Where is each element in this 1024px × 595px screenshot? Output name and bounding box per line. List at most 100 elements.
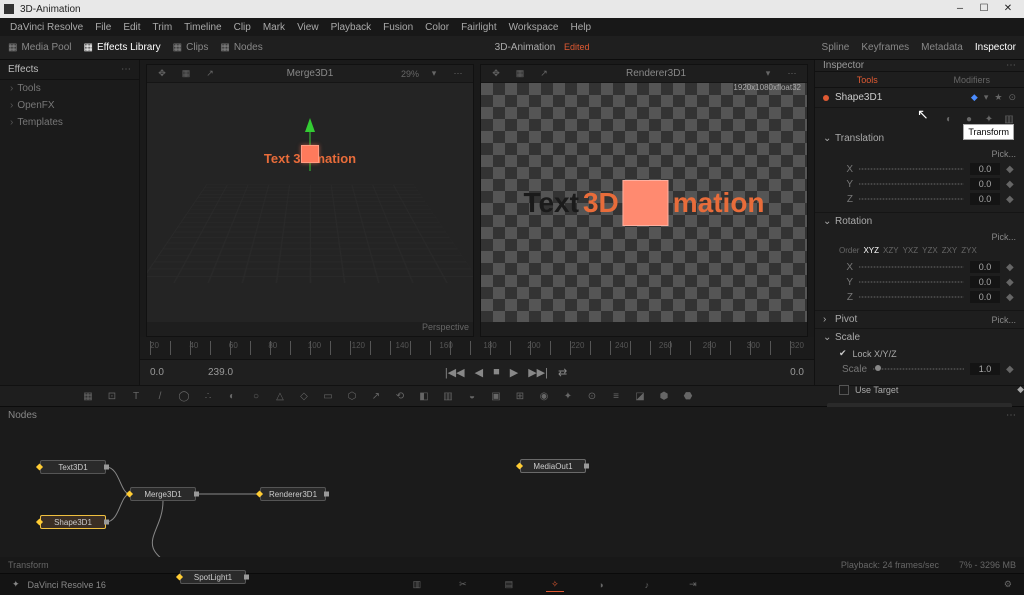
minimize-button[interactable]: — xyxy=(948,4,972,15)
menu-color[interactable]: Color xyxy=(419,22,455,33)
page-deliver[interactable]: ⇥ xyxy=(684,578,702,592)
page-fusion[interactable]: ✧ xyxy=(546,578,564,592)
menu-edit[interactable]: Edit xyxy=(117,22,146,33)
tool-icon-9[interactable]: ◇ xyxy=(296,388,312,404)
tool-icon-17[interactable]: ▣ xyxy=(488,388,504,404)
use-target-checkbox[interactable] xyxy=(839,385,849,395)
tool-icon-23[interactable]: ◪ xyxy=(632,388,648,404)
tab-nodes[interactable]: ▦ Nodes xyxy=(220,42,262,53)
loop-icon[interactable]: ⇄ xyxy=(558,366,567,379)
panel-spline[interactable]: Spline xyxy=(822,42,850,53)
tool-icon-8[interactable]: △ xyxy=(272,388,288,404)
viewer-menu-icon[interactable]: ⋯ xyxy=(783,68,801,80)
chevron-down-icon[interactable]: ▾ xyxy=(984,92,989,103)
pin-icon[interactable]: ★ xyxy=(994,92,1002,103)
chevron-down-icon[interactable]: ▾ xyxy=(425,68,443,80)
diamond-icon[interactable]: ◆ xyxy=(971,92,978,103)
tool-icon-21[interactable]: ⊙ xyxy=(584,388,600,404)
tool-icon-11[interactable]: ⬡ xyxy=(344,388,360,404)
group-pivot[interactable]: ›Pivot Pick... xyxy=(815,311,1024,328)
line-icon[interactable]: ↗ xyxy=(201,68,219,80)
tool-icon-20[interactable]: ✦ xyxy=(560,388,576,404)
tab-modifiers[interactable]: Modifiers xyxy=(920,72,1024,87)
pick-button[interactable]: Pick... xyxy=(991,232,1016,242)
tool-icon-3[interactable]: / xyxy=(152,388,168,404)
keyframe-icon[interactable]: ◆ xyxy=(1006,164,1014,175)
tool-icon-16[interactable]: ◒ xyxy=(464,388,480,404)
tool-icon-7[interactable]: ○ xyxy=(248,388,264,404)
menu-help[interactable]: Help xyxy=(564,22,597,33)
tool-icon-19[interactable]: ◉ xyxy=(536,388,552,404)
node-spotlight1[interactable]: SpotLight1 xyxy=(180,570,246,584)
shape-cube[interactable] xyxy=(301,145,319,163)
tool-icon-12[interactable]: ↗ xyxy=(368,388,384,404)
tool-icon-13[interactable]: ⟲ xyxy=(392,388,408,404)
panel-inspector[interactable]: Inspector xyxy=(975,42,1016,53)
menu-clip[interactable]: Clip xyxy=(228,22,257,33)
viewer-left[interactable]: ✥ ▦ ↗ Merge3D1 29% ▾ ⋯ Text 3D mation Pe… xyxy=(146,64,474,337)
tab-media-pool[interactable]: ▦ Media Pool xyxy=(8,42,71,53)
viewer-menu-icon[interactable]: ⋯ xyxy=(449,68,467,80)
menu-file[interactable]: File xyxy=(89,22,117,33)
order-xyz[interactable]: XYZ xyxy=(863,246,879,255)
nodes-panel[interactable]: Nodes ⋯ Text3D1Shape3D1Merge3D1Renderer3… xyxy=(0,407,1024,557)
node-shape3d1[interactable]: Shape3D1 xyxy=(40,515,106,529)
tool-icon[interactable]: ▦ xyxy=(177,68,195,80)
time-out[interactable]: 239.0 xyxy=(208,367,258,378)
nodes-menu-icon[interactable]: ⋯ xyxy=(1006,410,1016,421)
scale-value[interactable]: 1.0 xyxy=(970,363,1000,375)
menu-mark[interactable]: Mark xyxy=(257,22,291,33)
goto-end-icon[interactable]: ▶▶| xyxy=(528,366,548,379)
tool-icon-18[interactable]: ⊞ xyxy=(512,388,528,404)
translate-z-value[interactable]: 0.0 xyxy=(970,193,1000,205)
line-icon[interactable]: ↗ xyxy=(535,68,553,80)
menu-trim[interactable]: Trim xyxy=(147,22,179,33)
time-in[interactable]: 0.0 xyxy=(150,367,200,378)
move-icon[interactable]: ✥ xyxy=(153,68,171,80)
tool-icon-10[interactable]: ▭ xyxy=(320,388,336,404)
menu-fusion[interactable]: Fusion xyxy=(377,22,419,33)
move-icon[interactable]: ✥ xyxy=(487,68,505,80)
translate-z-slider[interactable] xyxy=(859,198,964,200)
controls-icon[interactable]: ◐ xyxy=(942,112,956,126)
menu-workspace[interactable]: Workspace xyxy=(503,22,565,33)
tool-icon-0[interactable]: ▦ xyxy=(80,388,96,404)
close-button[interactable]: ✕ xyxy=(996,3,1020,15)
translate-x-value[interactable]: 0.0 xyxy=(970,163,1000,175)
tool-icon-14[interactable]: ◧ xyxy=(416,388,432,404)
rotate-z-slider[interactable] xyxy=(859,296,964,298)
translate-x-slider[interactable] xyxy=(859,168,964,170)
viewer-right[interactable]: ✥ ▦ ↗ Renderer3D1 ▾ ⋯ 1920x1080xfloat32 … xyxy=(480,64,808,337)
page-edit[interactable]: ▤ xyxy=(500,578,518,592)
translate-y-value[interactable]: 0.0 xyxy=(970,178,1000,190)
page-media[interactable]: ▥ xyxy=(408,578,426,592)
maximize-button[interactable]: ☐ xyxy=(972,3,996,15)
tool-icon-5[interactable]: ∴ xyxy=(200,388,216,404)
group-rotation[interactable]: ⌄Rotation xyxy=(815,213,1024,230)
translate-y-slider[interactable] xyxy=(859,183,964,185)
lock-icon[interactable]: ⊙ xyxy=(1008,92,1016,103)
panel-keyframes[interactable]: Keyframes xyxy=(861,42,909,53)
goto-start-icon[interactable]: |◀◀ xyxy=(445,366,465,379)
pick-button[interactable]: Pick... xyxy=(991,149,1016,159)
step-back-icon[interactable]: ◀ xyxy=(475,366,483,379)
viewer-perspective[interactable]: Perspective xyxy=(422,322,469,336)
lock-xyz-checkbox[interactable]: ✔ xyxy=(839,348,847,359)
node-mediaout1[interactable]: MediaOut1 xyxy=(520,459,586,473)
page-fairlight[interactable]: ♪ xyxy=(638,578,656,592)
node-renderer3d1[interactable]: Renderer3D1 xyxy=(260,487,326,501)
effects-item-templates[interactable]: Templates xyxy=(0,114,139,131)
tool-icon-22[interactable]: ≡ xyxy=(608,388,624,404)
project-settings-icon[interactable]: ⚙ xyxy=(1004,579,1012,590)
menu-playback[interactable]: Playback xyxy=(325,22,378,33)
menu-view[interactable]: View xyxy=(291,22,325,33)
menu-fairlight[interactable]: Fairlight xyxy=(455,22,503,33)
panel-metadata[interactable]: Metadata xyxy=(921,42,963,53)
menu-timeline[interactable]: Timeline xyxy=(178,22,227,33)
zoom-level[interactable]: 29% xyxy=(401,68,419,80)
play-icon[interactable]: ▶ xyxy=(510,366,518,379)
tool-icon-6[interactable]: ◐ xyxy=(224,388,240,404)
tool-icon-1[interactable]: ⊡ xyxy=(104,388,120,404)
chevron-down-icon[interactable]: ▾ xyxy=(759,68,777,80)
stop-icon[interactable]: ■ xyxy=(493,366,500,379)
